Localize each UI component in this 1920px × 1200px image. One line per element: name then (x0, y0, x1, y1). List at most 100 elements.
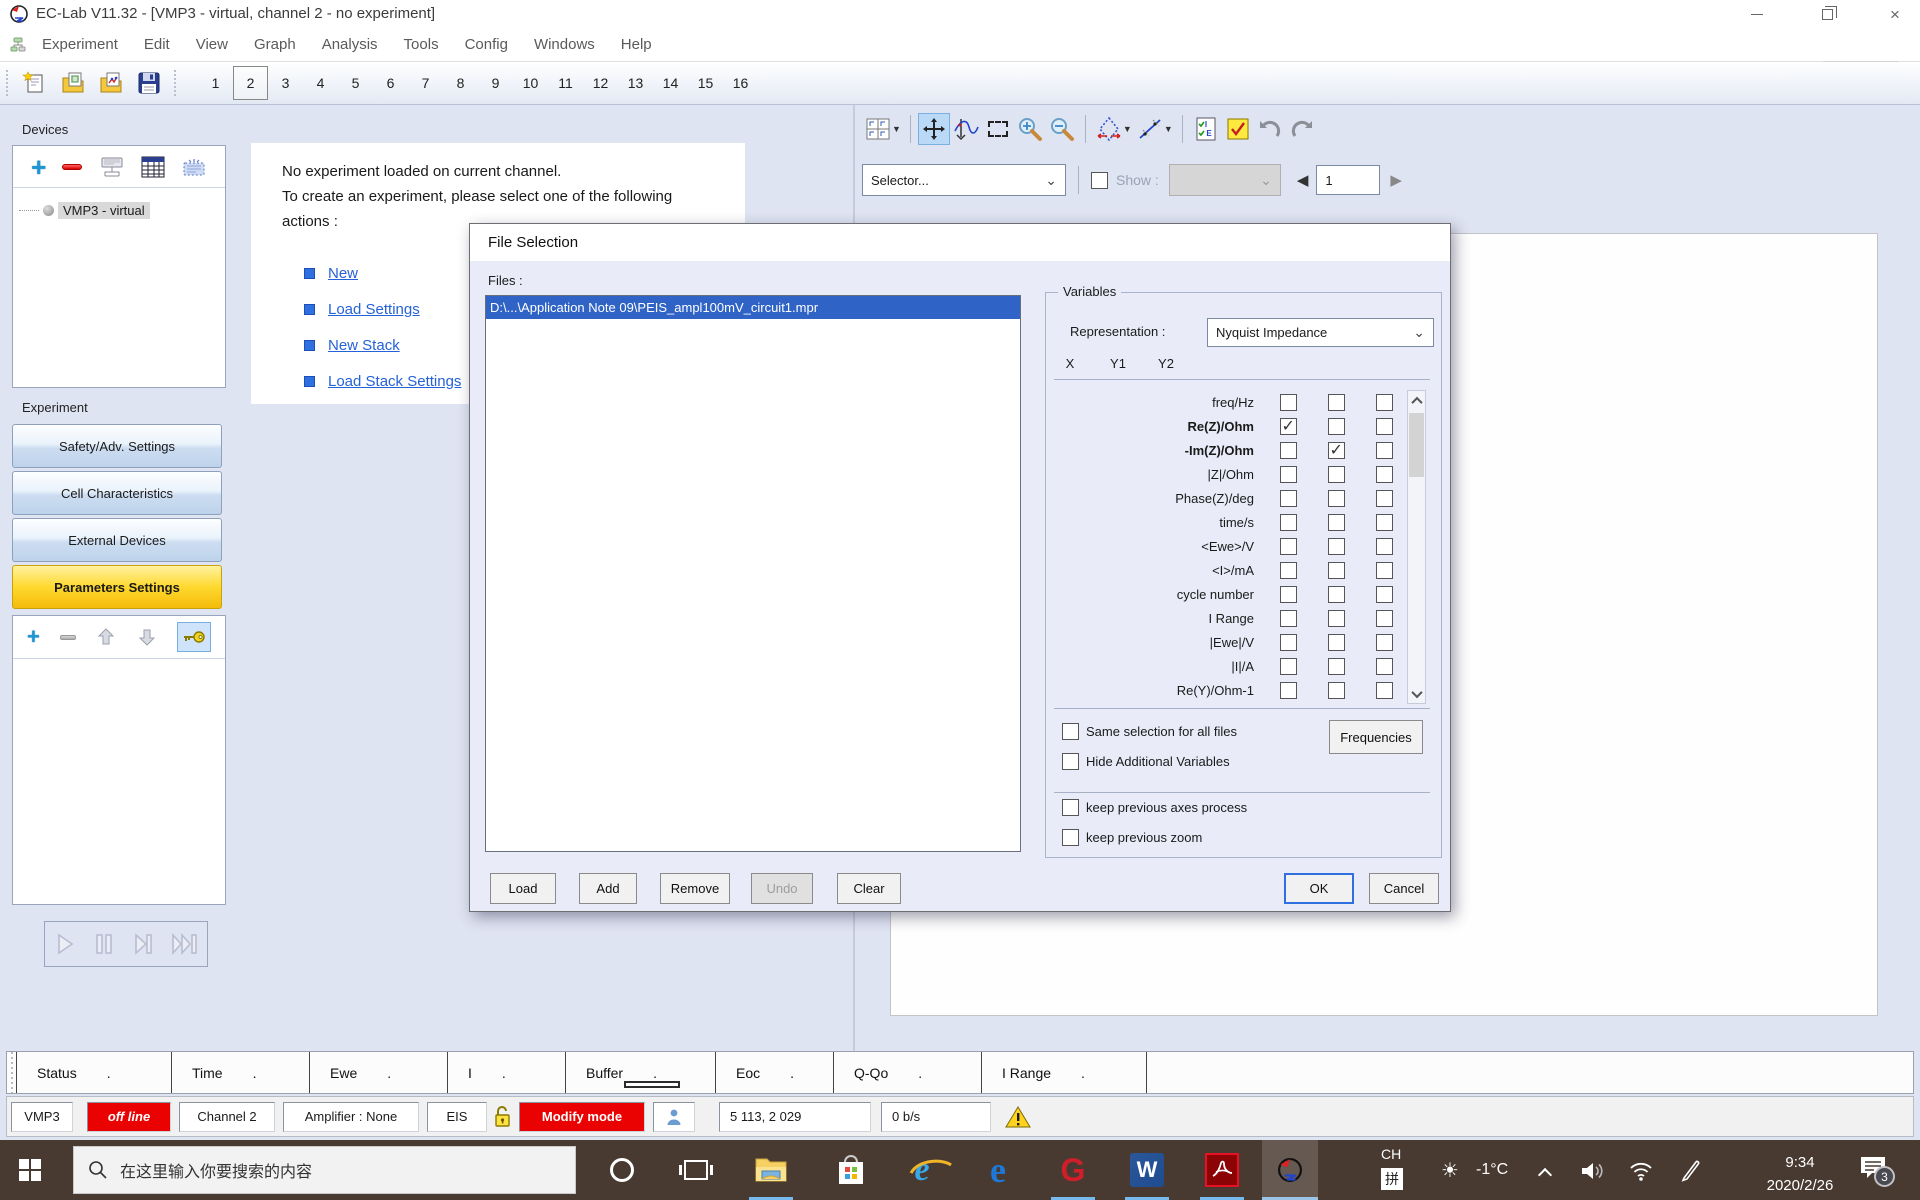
y1-axis-checkbox[interactable] (1328, 634, 1345, 651)
x-axis-checkbox[interactable] (1280, 586, 1297, 603)
y1-axis-checkbox[interactable] (1328, 562, 1345, 579)
channel-tab[interactable]: 4 (303, 68, 338, 98)
scrollbar-thumb[interactable] (1409, 413, 1424, 477)
menu-item[interactable]: Experiment (42, 36, 118, 53)
add-technique-icon[interactable]: + (27, 626, 40, 648)
experiment-section-button[interactable]: Safety/Adv. Settings (12, 424, 222, 468)
menu-item[interactable]: Analysis (322, 36, 378, 53)
action-link[interactable]: Load Stack Settings (328, 373, 461, 390)
zoom-out-icon[interactable] (1046, 113, 1078, 145)
page-number-input[interactable]: 1 (1316, 165, 1380, 195)
ime-mode-indicator[interactable]: 拼 (1381, 1168, 1403, 1190)
y1-axis-checkbox[interactable] (1328, 490, 1345, 507)
data-selection-icon[interactable]: IE (1190, 113, 1222, 145)
clear-button[interactable]: Clear (837, 873, 901, 904)
window-minimize-button[interactable] (1734, 0, 1780, 28)
channel-tab[interactable]: 1 (198, 68, 233, 98)
action-link[interactable]: New (328, 265, 358, 282)
action-link[interactable]: Load Settings (328, 301, 420, 318)
slope-tool-dropdown-icon[interactable]: ▼ (1164, 124, 1173, 134)
y1-axis-checkbox[interactable] (1328, 394, 1345, 411)
virtual-device-icon[interactable] (181, 155, 207, 179)
pan-tool-icon[interactable] (918, 113, 950, 145)
move-down-icon[interactable] (137, 627, 157, 647)
remove-device-icon[interactable] (62, 164, 82, 170)
y2-axis-checkbox[interactable] (1376, 394, 1393, 411)
y2-axis-checkbox[interactable] (1376, 610, 1393, 627)
y2-axis-checkbox[interactable] (1376, 442, 1393, 459)
menu-item[interactable]: Tools (404, 36, 439, 53)
y1-axis-checkbox[interactable] (1328, 682, 1345, 699)
channel-tab[interactable]: 8 (443, 68, 478, 98)
window-close-button[interactable]: × (1872, 0, 1918, 28)
pause-icon[interactable] (93, 932, 115, 956)
y2-axis-checkbox[interactable] (1376, 682, 1393, 699)
y1-axis-checkbox[interactable] (1328, 538, 1345, 555)
wifi-icon[interactable] (1628, 1160, 1654, 1182)
taskbar-app-word[interactable]: W (1119, 1140, 1175, 1200)
window-restore-button[interactable] (1804, 0, 1850, 28)
save-icon[interactable] (133, 67, 165, 99)
y1-axis-checkbox[interactable] (1328, 658, 1345, 675)
cancel-button[interactable]: Cancel (1369, 873, 1439, 904)
experiment-section-button[interactable]: Cell Characteristics (12, 471, 222, 515)
add-device-icon[interactable]: + (31, 154, 46, 180)
taskbar-app-internet-explorer[interactable]: e (894, 1140, 950, 1200)
move-up-icon[interactable] (96, 627, 116, 647)
y1-axis-checkbox[interactable] (1328, 442, 1345, 459)
scroll-up-icon[interactable] (1408, 391, 1425, 410)
variables-scrollbar[interactable] (1407, 390, 1426, 704)
taskbar-app-microsoft-store[interactable] (823, 1140, 879, 1200)
y1-axis-checkbox[interactable] (1328, 610, 1345, 627)
start-button[interactable] (0, 1140, 60, 1200)
next-step-icon[interactable] (132, 932, 154, 956)
file-list[interactable]: D:\...\Application Note 09\PEIS_ampl100m… (485, 295, 1021, 852)
y2-axis-checkbox[interactable] (1376, 634, 1393, 651)
channel-tab[interactable]: 5 (338, 68, 373, 98)
channel-tab[interactable]: 16 (723, 68, 758, 98)
file-list-item[interactable]: D:\...\Application Note 09\PEIS_ampl100m… (486, 296, 1020, 319)
scroll-down-icon[interactable] (1408, 684, 1425, 703)
channel-tab[interactable]: 3 (268, 68, 303, 98)
edit-parameters-key-icon[interactable] (177, 622, 211, 652)
taskbar-app-file-explorer[interactable] (743, 1140, 799, 1200)
dialog-title-bar[interactable]: File Selection (470, 224, 1450, 261)
x-axis-checkbox[interactable] (1280, 610, 1297, 627)
taskbar-app-edge[interactable]: e (970, 1140, 1026, 1200)
prev-page-icon[interactable]: ◀ (1297, 171, 1309, 189)
keep-option-checkbox[interactable] (1062, 799, 1079, 816)
y2-axis-checkbox[interactable] (1376, 418, 1393, 435)
load-button[interactable]: Load (490, 873, 556, 904)
channel-tab[interactable]: 13 (618, 68, 653, 98)
x-axis-checkbox[interactable] (1280, 562, 1297, 579)
load-data-file-icon[interactable] (95, 67, 127, 99)
channel-tab[interactable]: 14 (653, 68, 688, 98)
representation-dropdown[interactable]: Nyquist Impedance ⌄ (1207, 318, 1434, 347)
device-tree-item[interactable]: VMP3 - virtual (19, 202, 225, 219)
channel-tab[interactable]: 2 (233, 66, 268, 100)
menu-item[interactable]: Edit (144, 36, 170, 53)
load-settings-icon[interactable] (57, 67, 89, 99)
option-checkbox[interactable] (1062, 723, 1079, 740)
notification-center-button[interactable]: 3 (1858, 1154, 1888, 1180)
volume-icon[interactable] (1580, 1160, 1604, 1182)
pen-icon[interactable] (1678, 1158, 1704, 1184)
curve-cursor-icon[interactable] (950, 113, 982, 145)
slope-tool-icon[interactable] (1134, 113, 1166, 145)
next-page-icon[interactable]: ▶ (1390, 171, 1402, 189)
frequencies-button[interactable]: Frequencies (1329, 720, 1423, 754)
ok-button[interactable]: OK (1284, 873, 1354, 904)
weather-sun-icon[interactable]: ☀ (1441, 1158, 1459, 1183)
y2-axis-checkbox[interactable] (1376, 658, 1393, 675)
y2-axis-checkbox[interactable] (1376, 514, 1393, 531)
channel-tab[interactable]: 7 (408, 68, 443, 98)
clock[interactable]: 9:34 2020/2/26 (1740, 1151, 1860, 1197)
option-checkbox[interactable] (1062, 753, 1079, 770)
keep-option-checkbox[interactable] (1062, 829, 1079, 846)
channel-tab[interactable]: 10 (513, 68, 548, 98)
menu-item[interactable]: Graph (254, 36, 296, 53)
x-axis-checkbox[interactable] (1280, 442, 1297, 459)
graph-properties-dropdown-icon[interactable]: ▼ (1123, 124, 1132, 134)
x-axis-checkbox[interactable] (1280, 538, 1297, 555)
selector-dropdown[interactable]: Selector... ⌄ (862, 164, 1066, 196)
